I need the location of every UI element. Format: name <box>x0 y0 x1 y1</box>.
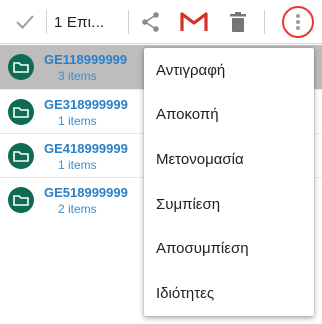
folder-icon <box>8 99 34 125</box>
file-name: GE418999999 <box>44 141 128 156</box>
gmail-icon <box>180 12 208 31</box>
folder-icon <box>8 54 34 80</box>
toolbar-divider <box>46 10 47 34</box>
file-name: GE318999999 <box>44 97 128 112</box>
trash-icon <box>230 12 246 32</box>
delete-button[interactable] <box>222 0 254 44</box>
gmail-share-button[interactable] <box>174 0 214 44</box>
file-item-count: 1 items <box>58 158 97 172</box>
file-item-count: 3 items <box>58 69 97 83</box>
more-vert-icon <box>296 14 300 30</box>
menu-item-cut[interactable]: Αποκοπή <box>144 93 314 138</box>
menu-item-properties[interactable]: Ιδιότητες <box>144 271 314 316</box>
selection-count-label: 1 Επι... <box>54 13 105 31</box>
menu-item-compress[interactable]: Συμπίεση <box>144 182 314 227</box>
folder-icon <box>8 187 34 213</box>
toolbar-divider <box>264 10 265 34</box>
file-name: GE118999999 <box>44 52 128 67</box>
file-name: GE518999999 <box>44 185 128 200</box>
highlight-ring <box>282 6 314 38</box>
check-icon <box>16 15 34 29</box>
action-toolbar: 1 Επι... <box>0 0 322 44</box>
share-button[interactable] <box>134 0 168 44</box>
file-item-count: 2 items <box>58 202 97 216</box>
menu-item-rename[interactable]: Μετονομασία <box>144 137 314 182</box>
more-options-button[interactable] <box>280 0 316 44</box>
confirm-selection-button[interactable] <box>8 0 42 44</box>
menu-item-copy[interactable]: Αντιγραφή <box>144 48 314 93</box>
file-item-count: 1 items <box>58 114 97 128</box>
overflow-menu: Αντιγραφή Αποκοπή Μετονομασία Συμπίεση Α… <box>144 48 314 316</box>
share-icon <box>142 12 159 32</box>
menu-item-extract[interactable]: Αποσυμπίεση <box>144 226 314 271</box>
folder-icon <box>8 143 34 169</box>
toolbar-divider <box>128 10 129 34</box>
